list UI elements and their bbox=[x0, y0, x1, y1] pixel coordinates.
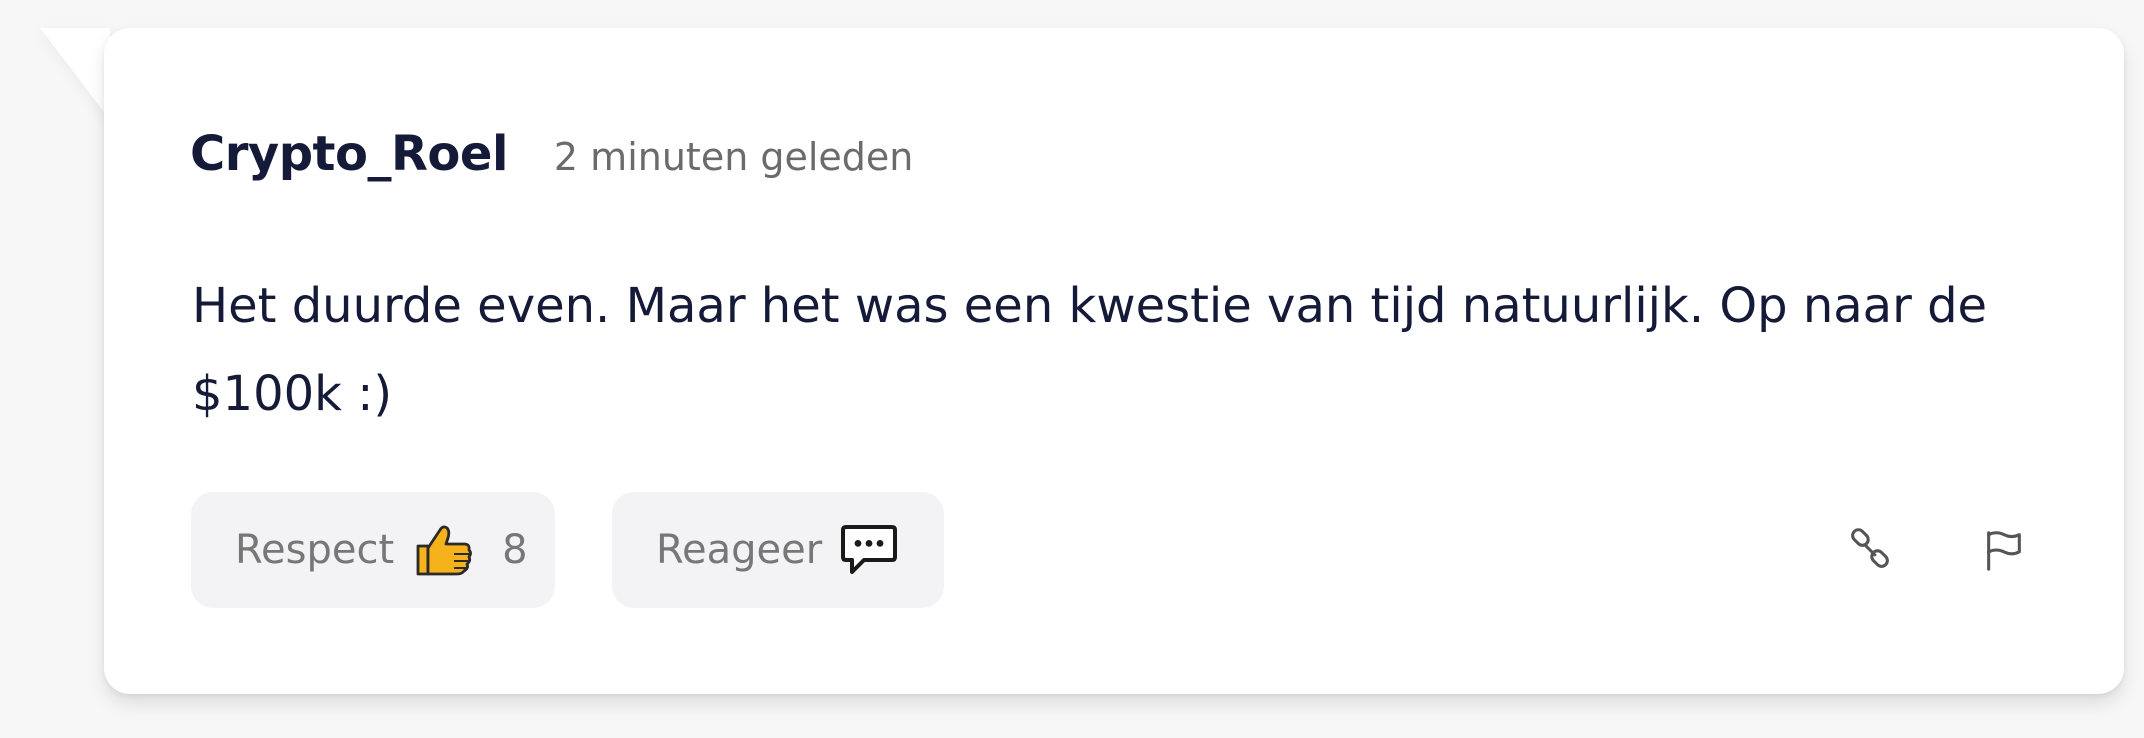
comment-bubble-tail bbox=[40, 28, 110, 120]
comment-header: Crypto_Roel 2 minuten geleden bbox=[190, 126, 913, 182]
reply-label: Reageer bbox=[656, 527, 823, 573]
respect-button[interactable]: Respect 8 bbox=[191, 492, 555, 608]
link-icon[interactable] bbox=[1842, 522, 1898, 578]
flag-icon[interactable] bbox=[1976, 522, 2032, 578]
reply-button[interactable]: Reageer bbox=[612, 492, 944, 608]
comment-timestamp: 2 minuten geleden bbox=[553, 135, 914, 179]
respect-count: 8 bbox=[502, 527, 528, 573]
thumbs-up-icon bbox=[414, 522, 474, 578]
speech-bubble-icon bbox=[840, 523, 898, 577]
comment-author[interactable]: Crypto_Roel bbox=[190, 126, 508, 182]
respect-label: Respect bbox=[235, 527, 395, 573]
comment-text: Het duurde even. Maar het was een kwesti… bbox=[192, 278, 1988, 422]
